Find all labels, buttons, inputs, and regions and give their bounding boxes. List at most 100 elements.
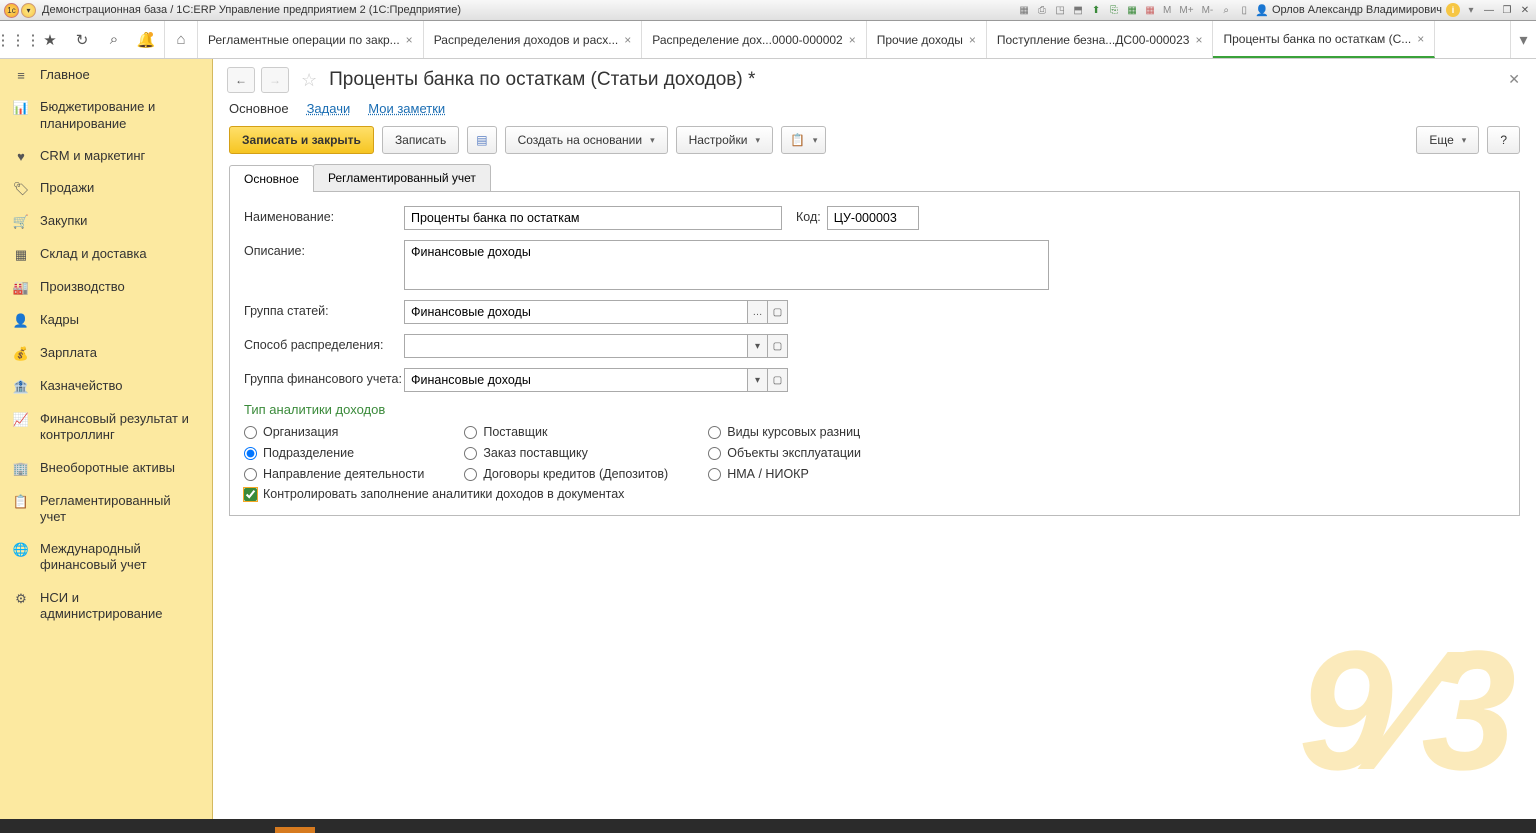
sidebar-item-11[interactable]: 🏢Внеоборотные активы: [0, 452, 212, 485]
inner-tab-regl[interactable]: Регламентированный учет: [313, 164, 491, 191]
inner-tab-main[interactable]: Основное: [229, 165, 314, 192]
sidebar-item-3[interactable]: 🏷Продажи: [0, 172, 212, 205]
help-button[interactable]: ?: [1487, 126, 1520, 154]
sidebar-item-0[interactable]: ≡Главное: [0, 59, 212, 91]
distr-input[interactable]: [404, 334, 748, 358]
name-input[interactable]: [404, 206, 782, 230]
toolbar-icon-6[interactable]: ⎘: [1107, 3, 1121, 17]
toolbar-icon-3[interactable]: ◳: [1053, 3, 1067, 17]
tab-close-icon[interactable]: ×: [1417, 32, 1424, 46]
radio-input[interactable]: [244, 447, 257, 460]
toolbar-icon-5[interactable]: ⬆: [1089, 3, 1103, 17]
sidebar-item-1[interactable]: 📊Бюджетирование и планирование: [0, 91, 212, 140]
radio-option[interactable]: Заказ поставщику: [464, 446, 668, 460]
home-button[interactable]: ⌂: [164, 21, 198, 58]
sublink-main[interactable]: Основное: [229, 101, 289, 116]
apps-icon[interactable]: ⋮⋮⋮: [4, 26, 32, 54]
radio-option[interactable]: Объекты эксплуатации: [708, 446, 861, 460]
zoom-icon[interactable]: ⌕: [1219, 3, 1233, 17]
create-based-on-button[interactable]: Создать на основании: [505, 126, 668, 154]
sidebar-item-13[interactable]: 🌐Международный финансовый учет: [0, 533, 212, 582]
radio-option[interactable]: Договоры кредитов (Депозитов): [464, 467, 668, 481]
panel-icon[interactable]: ▯: [1237, 3, 1251, 17]
radio-input[interactable]: [464, 447, 477, 460]
group-ellipsis-button[interactable]: …: [748, 300, 768, 324]
sidebar-item-14[interactable]: ⚙НСИ и администрирование: [0, 582, 212, 631]
tab-close-icon[interactable]: ×: [849, 33, 856, 47]
more-button[interactable]: Еще: [1416, 126, 1479, 154]
forward-button[interactable]: →: [261, 67, 289, 93]
sidebar-item-6[interactable]: 🏭Производство: [0, 271, 212, 304]
sublink-tasks[interactable]: Задачи: [307, 101, 351, 116]
distr-open-button[interactable]: ▢: [768, 334, 788, 358]
radio-input[interactable]: [708, 468, 721, 481]
mem-mplus[interactable]: M+: [1177, 5, 1195, 16]
radio-input[interactable]: [244, 426, 257, 439]
distr-dropdown-button[interactable]: ▾: [748, 334, 768, 358]
sidebar-item-2[interactable]: ♥CRM и маркетинг: [0, 140, 212, 172]
save-button[interactable]: Записать: [382, 126, 459, 154]
sidebar-item-5[interactable]: ▦Склад и доставка: [0, 238, 212, 271]
close-window-button[interactable]: ✕: [1518, 3, 1532, 17]
fin-dropdown-button[interactable]: ▾: [748, 368, 768, 392]
desc-input[interactable]: Финансовые доходы: [404, 240, 1049, 290]
tab-close-icon[interactable]: ×: [969, 33, 976, 47]
radio-input[interactable]: [464, 468, 477, 481]
star-icon[interactable]: ★: [36, 26, 64, 54]
radio-option[interactable]: Подразделение: [244, 446, 424, 460]
info-dropdown[interactable]: ▾: [1464, 3, 1478, 17]
tab-close-icon[interactable]: ×: [406, 33, 413, 47]
group-open-button[interactable]: ▢: [768, 300, 788, 324]
restore-button[interactable]: ❐: [1500, 3, 1514, 17]
sidebar-item-10[interactable]: 📈Финансовый результат и контроллинг: [0, 403, 212, 452]
back-button[interactable]: ←: [227, 67, 255, 93]
close-page-button[interactable]: ✕: [1508, 71, 1520, 88]
bell-icon[interactable]: 🔔: [132, 26, 160, 54]
radio-option[interactable]: НМА / НИОКР: [708, 467, 861, 481]
history-icon[interactable]: ↻: [68, 26, 96, 54]
settings-button[interactable]: Настройки: [676, 126, 773, 154]
search-icon[interactable]: ⌕: [100, 26, 128, 54]
calendar-icon[interactable]: ▦: [1125, 3, 1139, 17]
toolbar-icon-1[interactable]: ▦: [1017, 3, 1031, 17]
sublink-notes[interactable]: Мои заметки: [368, 101, 445, 116]
copy-icon-button[interactable]: 📋: [781, 126, 826, 154]
sidebar-item-7[interactable]: 👤Кадры: [0, 304, 212, 337]
app-icon-1c[interactable]: 1c: [4, 3, 19, 18]
tab-menu-button[interactable]: ▾: [1510, 21, 1536, 58]
fin-input[interactable]: [404, 368, 748, 392]
tab-1[interactable]: Распределения доходов и расх...×: [424, 21, 643, 58]
radio-input[interactable]: [464, 426, 477, 439]
code-input[interactable]: [827, 206, 919, 230]
radio-input[interactable]: [244, 468, 257, 481]
radio-input[interactable]: [708, 426, 721, 439]
radio-option[interactable]: Виды курсовых разниц: [708, 425, 861, 439]
favorite-star-icon[interactable]: ☆: [301, 70, 317, 91]
tab-3[interactable]: Прочие доходы×: [867, 21, 987, 58]
mem-mminus[interactable]: M-: [1200, 5, 1216, 16]
radio-option[interactable]: Направление деятельности: [244, 467, 424, 481]
radio-option[interactable]: Поставщик: [464, 425, 668, 439]
calendar-31-icon[interactable]: ▦: [1143, 3, 1157, 17]
tab-0[interactable]: Регламентные операции по закр...×: [198, 21, 424, 58]
tab-close-icon[interactable]: ×: [1195, 33, 1202, 47]
info-icon[interactable]: i: [1446, 3, 1460, 17]
print-icon[interactable]: ⎙: [1035, 3, 1049, 17]
group-input[interactable]: [404, 300, 748, 324]
sidebar-item-12[interactable]: 📋Регламентированный учет: [0, 485, 212, 534]
save-close-button[interactable]: Записать и закрыть: [229, 126, 374, 154]
radio-option[interactable]: Организация: [244, 425, 424, 439]
mem-m[interactable]: M: [1161, 5, 1173, 16]
sidebar-item-8[interactable]: 💰Зарплата: [0, 337, 212, 370]
tab-4[interactable]: Поступление безна...ДС00-000023×: [987, 21, 1214, 58]
tab-close-icon[interactable]: ×: [624, 33, 631, 47]
radio-input[interactable]: [708, 447, 721, 460]
sidebar-item-4[interactable]: 🛒Закупки: [0, 205, 212, 238]
app-dropdown-icon[interactable]: ▾: [21, 3, 36, 18]
control-checkbox[interactable]: [244, 488, 257, 501]
sidebar-item-9[interactable]: 🏦Казначейство: [0, 370, 212, 403]
list-icon-button[interactable]: ▤: [467, 126, 496, 154]
toolbar-icon-4[interactable]: ⬒: [1071, 3, 1085, 17]
user-block[interactable]: 👤 Орлов Александр Владимирович: [1255, 4, 1442, 17]
fin-open-button[interactable]: ▢: [768, 368, 788, 392]
